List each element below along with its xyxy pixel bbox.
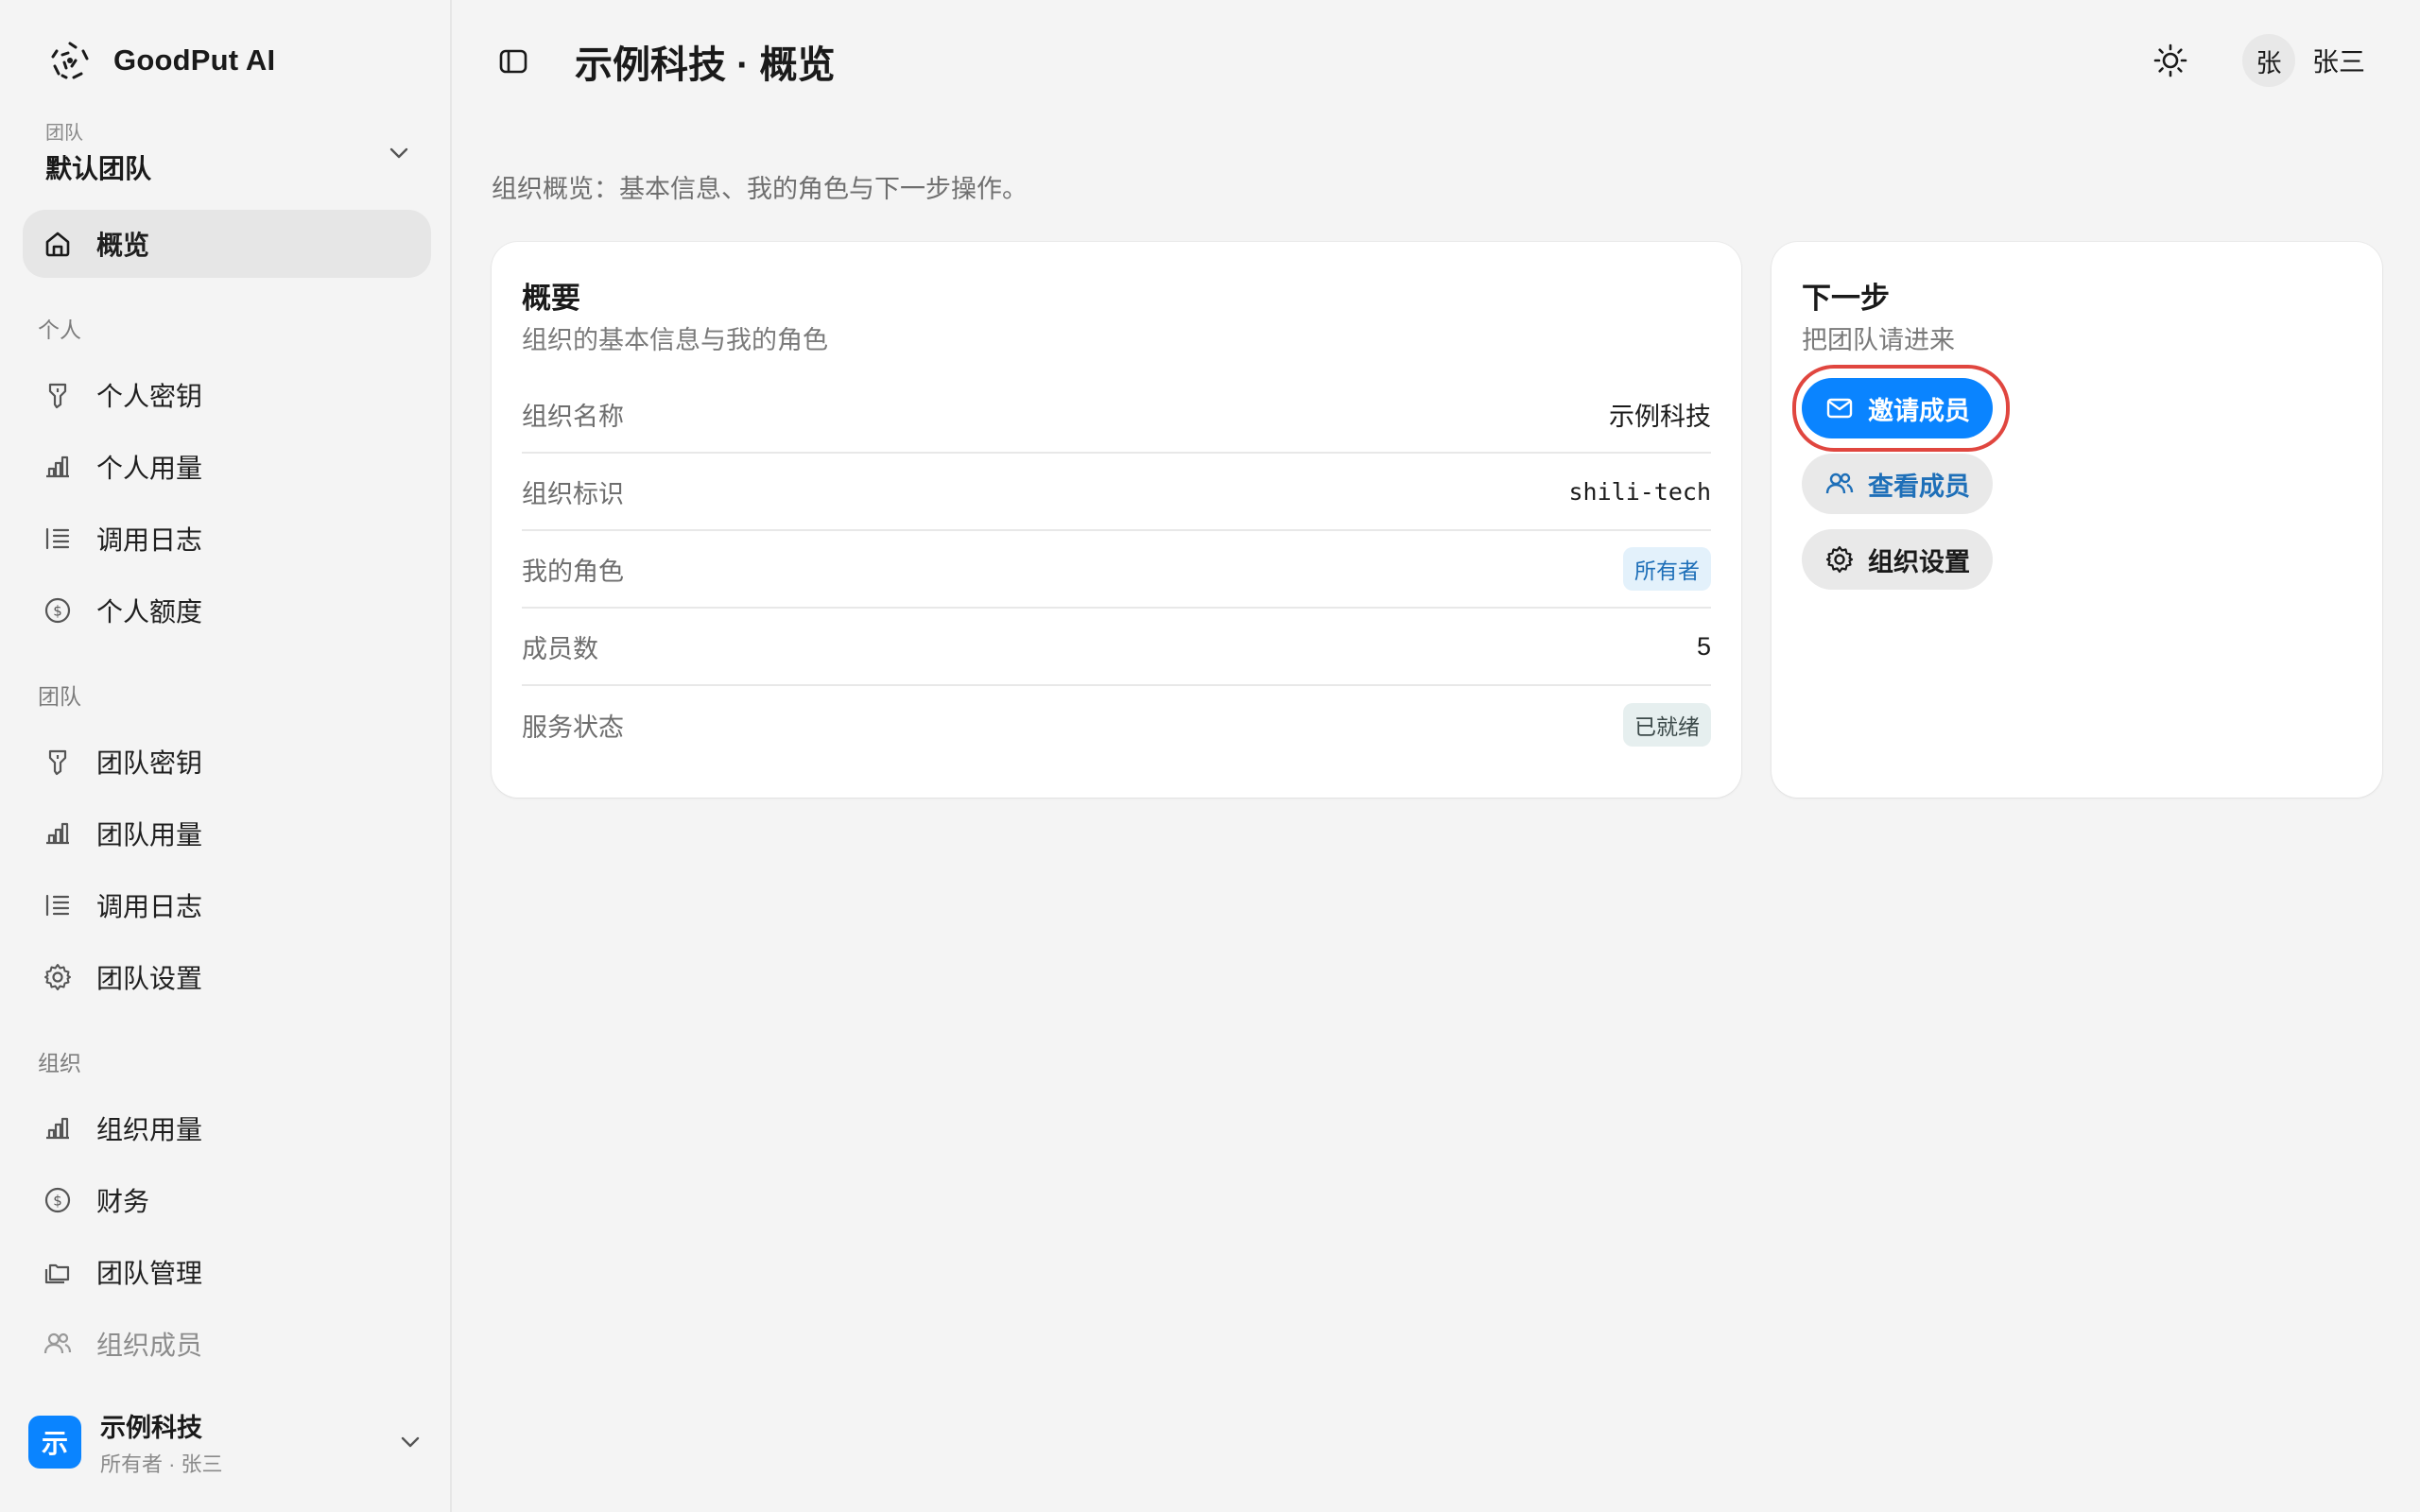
summary-card: 概要 组织的基本信息与我的角色 组织名称 示例科技 组织标识 shili-tec… <box>492 242 1741 798</box>
info-value: shili-tech <box>1568 477 1711 506</box>
info-key: 我的角色 <box>522 557 624 586</box>
sidebar-item-label: 调用日志 <box>96 525 203 555</box>
bar-chart-icon <box>42 817 74 850</box>
invite-members-button[interactable]: 邀请成员 <box>1802 378 1993 438</box>
sidebar-item-label: 团队密钥 <box>96 748 203 778</box>
info-row-member-count: 成员数 5 <box>522 609 1711 686</box>
info-row-my-role: 我的角色 所有者 <box>522 531 1711 609</box>
chevron-down-icon <box>401 1436 420 1448</box>
svg-text:$: $ <box>53 603 62 620</box>
org-settings-button[interactable]: 组织设置 <box>1802 529 1993 590</box>
info-key: 组织标识 <box>522 479 624 508</box>
sidebar-item-label: 概览 <box>96 231 150 260</box>
mail-icon <box>1826 398 1853 419</box>
brand[interactable]: GoodPut AI <box>47 38 275 83</box>
sidebar-item-personal-logs[interactable]: 调用日志 <box>23 505 431 573</box>
sidebar-item-label: 团队设置 <box>96 964 203 993</box>
sidebar-item-personal-quota[interactable]: $ 个人额度 <box>23 576 431 644</box>
info-key: 成员数 <box>522 634 598 663</box>
goodput-logo-icon <box>51 42 89 79</box>
bar-chart-icon <box>42 1112 74 1144</box>
role-badge: 所有者 <box>1623 547 1711 591</box>
home-icon <box>42 228 74 260</box>
sidebar-item-label: 团队管理 <box>96 1259 203 1288</box>
team-switcher[interactable]: 团队 默认团队 <box>45 117 412 189</box>
sidebar-item-label: 个人用量 <box>96 454 203 483</box>
info-key: 服务状态 <box>522 713 624 742</box>
gear-icon <box>1825 545 1854 574</box>
sidebar-item-org-usage[interactable]: 组织用量 <box>23 1094 431 1162</box>
next-steps-title: 下一步 <box>1802 282 1890 315</box>
page-title: 示例科技 · 概览 <box>575 44 836 86</box>
view-members-button[interactable]: 查看成员 <box>1802 454 1993 514</box>
summary-subtitle: 组织的基本信息与我的角色 <box>522 326 828 354</box>
org-switcher-text: 示例科技 所有者 · 张三 <box>100 1407 223 1478</box>
avatar: 张 <box>2242 34 2295 87</box>
sidebar-toggle-icon[interactable] <box>497 45 529 77</box>
app-name: GoodPut AI <box>113 43 276 77</box>
section-label-personal: 个人 <box>38 318 81 342</box>
sidebar-item-label: 组织成员 <box>96 1331 203 1360</box>
team-switcher-value: 默认团队 <box>45 154 152 183</box>
key-icon <box>42 746 74 778</box>
list-icon <box>42 889 74 921</box>
sidebar-item-label: 财务 <box>96 1187 150 1216</box>
list-icon <box>42 523 74 555</box>
user-menu[interactable]: 张 张三 <box>2242 34 2365 87</box>
org-switcher[interactable]: 示 示例科技 所有者 · 张三 <box>28 1408 424 1476</box>
invite-members-label: 邀请成员 <box>1868 396 1970 425</box>
folders-icon <box>42 1256 74 1288</box>
org-role: 所有者 · 张三 <box>100 1452 223 1476</box>
summary-title: 概要 <box>522 282 580 315</box>
dollar-circle-icon: $ <box>42 594 74 627</box>
org-badge: 示 <box>28 1416 81 1469</box>
sidebar-item-team-settings[interactable]: 团队设置 <box>23 943 431 1011</box>
bar-chart-icon <box>42 451 74 483</box>
sidebar-item-label: 团队用量 <box>96 820 203 850</box>
sidebar-item-team-usage[interactable]: 团队用量 <box>23 799 431 868</box>
sidebar-item-team-keys[interactable]: 团队密钥 <box>23 728 431 796</box>
chevron-down-icon <box>389 147 408 159</box>
dollar-circle-icon: $ <box>42 1184 74 1216</box>
team-switcher-label: 团队 <box>45 123 83 144</box>
status-badge: 已就绪 <box>1623 703 1711 747</box>
section-label-team: 团队 <box>38 684 81 709</box>
svg-text:$: $ <box>53 1193 62 1210</box>
sidebar-item-label: 调用日志 <box>96 892 203 921</box>
sun-icon[interactable] <box>2152 42 2189 79</box>
page-description: 组织概览：基本信息、我的角色与下一步操作。 <box>492 175 1028 203</box>
sidebar-item-label: 个人额度 <box>96 597 203 627</box>
info-row-org-name: 组织名称 示例科技 <box>522 376 1711 454</box>
org-name: 示例科技 <box>100 1413 202 1442</box>
sidebar-item-overview[interactable]: 概览 <box>23 210 431 278</box>
sidebar-item-team-management[interactable]: 团队管理 <box>23 1238 431 1306</box>
sidebar: GoodPut AI 团队 默认团队 概览 个人 个人密钥 个人用量 调用日志 <box>0 0 452 1512</box>
sidebar-item-team-logs[interactable]: 调用日志 <box>23 871 431 939</box>
sidebar-item-label: 组织用量 <box>96 1115 203 1144</box>
info-key: 组织名称 <box>522 402 624 431</box>
gear-icon <box>42 961 74 993</box>
sidebar-item-personal-keys[interactable]: 个人密钥 <box>23 361 431 429</box>
key-icon <box>42 379 74 411</box>
info-value: 5 <box>1696 631 1711 661</box>
users-icon <box>42 1328 74 1360</box>
next-steps-subtitle: 把团队请进来 <box>1802 326 1955 354</box>
info-row-service-status: 服务状态 已就绪 <box>522 686 1711 764</box>
sidebar-item-finance[interactable]: $ 财务 <box>23 1166 431 1234</box>
view-members-label: 查看成员 <box>1868 472 1970 501</box>
section-label-org: 组织 <box>38 1051 81 1075</box>
sidebar-item-label: 个人密钥 <box>96 382 203 411</box>
next-steps-card: 下一步 把团队请进来 邀请成员 查看成员 组织设置 <box>1772 242 2382 798</box>
users-icon <box>1825 472 1854 494</box>
user-name: 张三 <box>2312 47 2366 77</box>
org-settings-label: 组织设置 <box>1868 547 1970 576</box>
info-row-org-slug: 组织标识 shili-tech <box>522 454 1711 531</box>
sidebar-item-personal-usage[interactable]: 个人用量 <box>23 433 431 501</box>
sidebar-item-org-members[interactable]: 组织成员 <box>23 1310 431 1378</box>
info-value: 示例科技 <box>1609 402 1711 431</box>
